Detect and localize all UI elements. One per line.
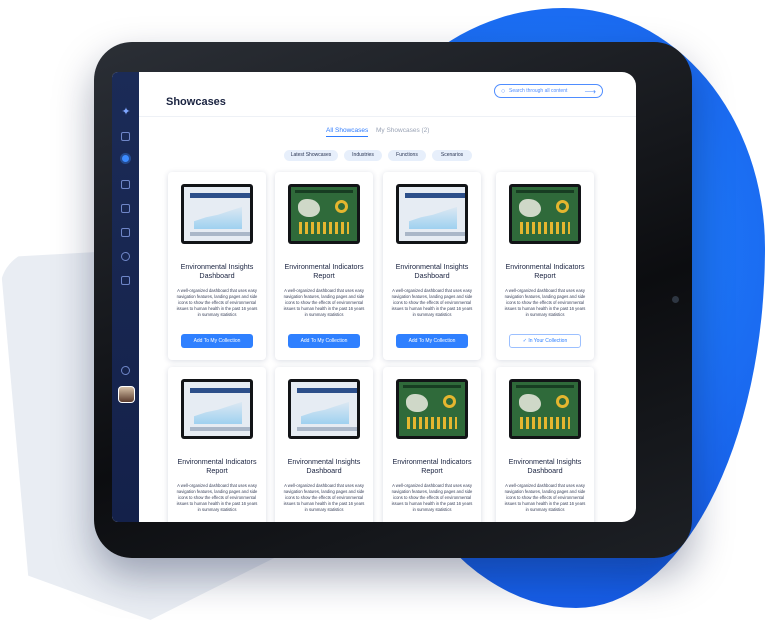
showcase-card[interactable]: Environmental Indicators Report A well-or…: [275, 172, 373, 360]
header-divider: [139, 116, 636, 117]
dashboard-thumbnail[interactable]: [288, 184, 360, 244]
card-description: A well-organized dashboard that uses eas…: [176, 483, 258, 512]
dashboard-thumbnail[interactable]: [509, 184, 581, 244]
avatar[interactable]: [118, 386, 135, 403]
card-description: A well-organized dashboard that uses eas…: [504, 288, 586, 317]
showcase-card[interactable]: Environmental Insights Dashboard A well-o…: [496, 367, 594, 522]
dashboard-thumbnail[interactable]: [396, 379, 468, 439]
search-input[interactable]: ○ Search through all content ⟶: [494, 84, 603, 98]
card-title: Environmental Insights Dashboard: [287, 457, 361, 475]
tab-all-showcases[interactable]: All Showcases: [326, 127, 369, 137]
card-description: A well-organized dashboard that uses eas…: [504, 483, 586, 512]
filter-industries[interactable]: Industries: [344, 150, 382, 161]
document-icon[interactable]: [121, 180, 130, 189]
card-title: Environmental Indicators Report: [392, 457, 472, 475]
dashboard-thumbnail[interactable]: [396, 184, 468, 244]
card-title: Environmental Insights Dashboard: [395, 262, 469, 280]
add-to-collection-button[interactable]: Add To My Collection: [396, 334, 468, 348]
card-description: A well-organized dashboard that uses eas…: [391, 288, 473, 317]
in-collection-button[interactable]: ✓ In Your Collection: [509, 334, 581, 348]
add-to-collection-button[interactable]: Add To My Collection: [181, 334, 253, 348]
card-description: A well-organized dashboard that uses eas…: [283, 483, 365, 512]
showcase-card[interactable]: Environmental Indicators Report A well-or…: [168, 367, 266, 522]
showcase-card[interactable]: Environmental Insights Dashboard A well-o…: [275, 367, 373, 522]
add-to-collection-button[interactable]: Add To My Collection: [288, 334, 360, 348]
showcase-card[interactable]: Environmental Indicators Report A well-or…: [383, 367, 481, 522]
filter-scenarios[interactable]: Scenarios: [432, 150, 472, 161]
showcase-icon[interactable]: [122, 155, 129, 162]
card-title: Environmental Insights Dashboard: [508, 457, 582, 475]
settings-icon[interactable]: [121, 366, 130, 375]
search-placeholder: Search through all content: [509, 88, 568, 94]
tab-my-showcases[interactable]: My Showcases (2): [376, 127, 429, 134]
filter-latest-showcases[interactable]: Latest Showcases: [284, 150, 338, 161]
filter-functions[interactable]: Functions: [388, 150, 426, 161]
dashboard-thumbnail[interactable]: [288, 379, 360, 439]
showcase-card[interactable]: Environmental Insights Dashboard A well-o…: [168, 172, 266, 360]
card-title: Environmental Indicators Report: [505, 262, 585, 280]
dashboard-thumbnail[interactable]: [181, 379, 253, 439]
card-title: Environmental Insights Dashboard: [180, 262, 254, 280]
grid-icon[interactable]: [121, 132, 130, 141]
logo-icon[interactable]: ✦: [120, 106, 132, 118]
app-screen: ✦ Showcases ○ Search through all content…: [112, 72, 636, 522]
calendar-icon[interactable]: [121, 204, 130, 213]
chart-icon[interactable]: [121, 228, 130, 237]
showcase-card[interactable]: Environmental Indicators Report A well-or…: [496, 172, 594, 360]
card-description: A well-organized dashboard that uses eas…: [283, 288, 365, 317]
tablet-camera: [672, 296, 679, 303]
card-title: Environmental Indicators Report: [177, 457, 257, 475]
clock-icon[interactable]: [121, 252, 130, 261]
sidebar: ✦: [112, 72, 139, 522]
export-icon[interactable]: [121, 276, 130, 285]
card-description: A well-organized dashboard that uses eas…: [176, 288, 258, 317]
dashboard-thumbnail[interactable]: [181, 184, 253, 244]
search-icon: ○: [501, 87, 506, 95]
arrow-right-icon: ⟶: [584, 86, 596, 96]
showcase-card[interactable]: Environmental Insights Dashboard A well-o…: [383, 172, 481, 360]
card-description: A well-organized dashboard that uses eas…: [391, 483, 473, 512]
page-title: Showcases: [166, 96, 226, 108]
dashboard-thumbnail[interactable]: [509, 379, 581, 439]
card-title: Environmental Indicators Report: [284, 262, 364, 280]
